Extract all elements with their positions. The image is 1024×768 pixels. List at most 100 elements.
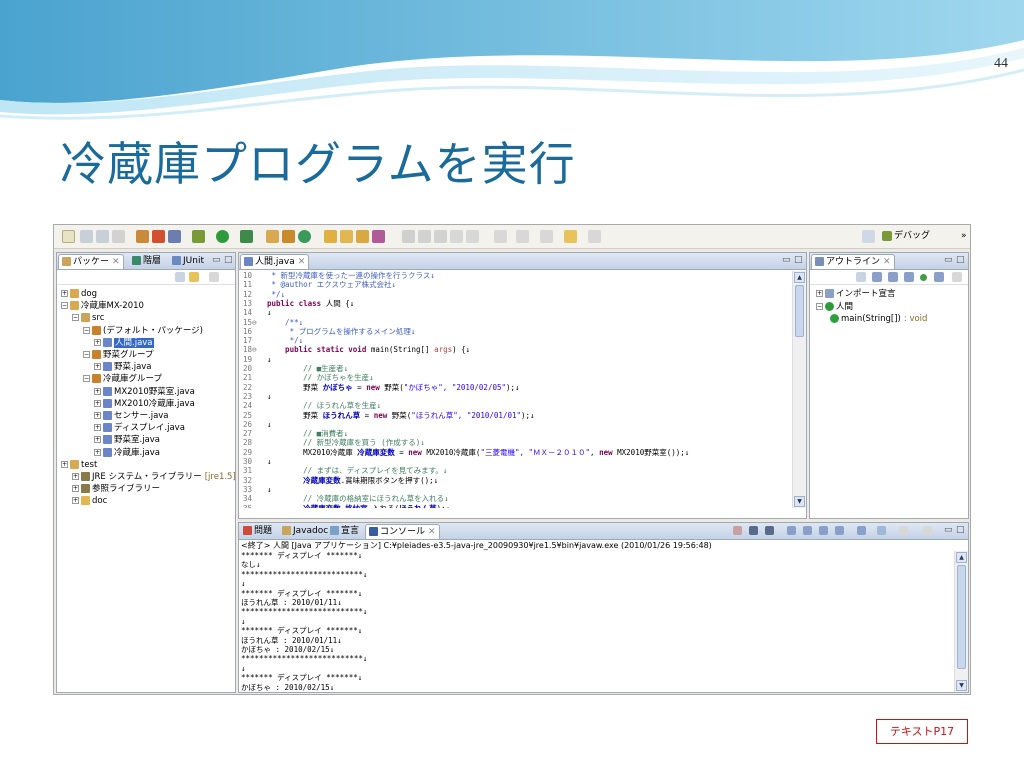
save-all-icon[interactable] [96,230,109,243]
scroll-down-icon[interactable]: ▼ [794,496,805,507]
open-perspective-icon[interactable] [862,230,875,243]
tree-item[interactable]: − 冷蔵庫MX-2010 [61,300,144,312]
next-annotation-icon[interactable] [494,230,507,243]
tree-item[interactable]: − (デフォルト・パッケージ) [83,325,203,337]
tree-item[interactable]: − 冷蔵庫グループ [83,373,162,385]
link-icon[interactable] [934,272,944,282]
scroll-up-icon[interactable]: ▲ [794,272,805,283]
expand-icon[interactable]: + [94,338,101,346]
tab-outline[interactable]: アウトライン ✕ [811,254,895,269]
tree-item[interactable]: + test [61,459,97,471]
new-java-project-icon[interactable] [266,230,279,243]
annotation-icon[interactable] [402,230,415,243]
code-area[interactable]: 10 * 新型冷蔵庫を使った一連の操作を行うクラス↓ 11 * @author エ… [239,271,806,508]
back-icon[interactable] [564,230,577,243]
hide-static-icon[interactable] [888,272,898,282]
tree-item[interactable]: + インポート宣言 [816,288,896,300]
tab-junit[interactable]: JUnit [169,254,207,269]
expand-icon[interactable]: + [72,485,79,493]
collapse-icon[interactable]: − [72,314,79,322]
tree-item[interactable]: + センサー.java [94,410,169,422]
maximize-icon[interactable]: □ [956,525,965,535]
hide-nonpublic-icon[interactable] [904,272,914,282]
scroll-thumb[interactable] [957,565,966,669]
editor-scrollbar[interactable]: ▲ ▼ [792,271,806,508]
close-icon[interactable]: ✕ [112,257,120,267]
pen-icon[interactable] [372,230,385,243]
search-icon[interactable] [356,230,369,243]
build-icon[interactable] [136,230,149,243]
expand-icon[interactable]: + [72,497,79,505]
word-wrap-icon[interactable] [877,526,886,535]
tree-item[interactable]: − 人間 [816,301,853,313]
block-select-icon[interactable] [450,230,463,243]
new-icon[interactable] [62,230,75,243]
collapse-icon[interactable]: − [83,375,90,383]
view-menu-icon[interactable] [209,272,219,282]
new-package-icon[interactable] [282,230,295,243]
tree-item[interactable]: + 参照ライブラリー [72,483,160,495]
build-all-icon[interactable] [152,230,165,243]
maximize-icon[interactable]: □ [794,255,803,265]
maximize-icon[interactable]: □ [224,255,233,265]
print-icon[interactable] [112,230,125,243]
new-class-icon[interactable] [298,230,311,243]
view-menu-icon[interactable] [923,526,932,535]
open-console-icon[interactable] [857,526,866,535]
debug-icon[interactable] [192,230,205,243]
display-console-icon[interactable] [835,526,844,535]
hide-fields-icon[interactable] [872,272,882,282]
collapse-icon[interactable]: − [83,326,90,334]
tab-declaration[interactable]: 宣言 [327,524,362,539]
external-tools-icon[interactable] [240,230,253,243]
open-folder-icon[interactable] [340,230,353,243]
expand-icon[interactable]: + [94,399,101,407]
clear-console-icon[interactable] [803,526,812,535]
close-icon[interactable]: ✕ [428,527,436,537]
collapse-icon[interactable]: − [61,302,68,310]
minimize-icon[interactable]: ▭ [944,525,953,535]
maximize-icon[interactable]: □ [956,255,965,265]
tab-package-explorer[interactable]: パッケー ✕ [58,254,124,269]
console-scrollbar[interactable]: ▲ ▼ [954,551,968,692]
close-icon[interactable]: ✕ [298,257,306,267]
new-console-icon[interactable] [899,526,908,535]
whitespace-icon[interactable] [434,230,447,243]
tree-item[interactable]: − 野菜グループ [83,349,154,361]
expand-icon[interactable]: + [94,387,101,395]
pin-console-icon[interactable] [819,526,828,535]
open-type-icon[interactable] [324,230,337,243]
tree-item[interactable]: + 野菜室.java [94,434,160,446]
last-edit-icon[interactable] [540,230,553,243]
tree-item[interactable]: + 人間.java [94,337,154,349]
expand-icon[interactable]: + [816,290,823,297]
terminate-icon[interactable] [733,526,742,535]
collapse-icon[interactable]: − [816,302,823,310]
close-icon[interactable]: ✕ [883,257,891,267]
expand-icon[interactable]: + [61,460,68,468]
scroll-up-icon[interactable]: ▲ [956,552,967,563]
tree-item[interactable]: − src [72,312,104,324]
minimize-icon[interactable]: ▭ [782,255,791,265]
collapse-all-icon[interactable] [175,272,185,282]
scroll-thumb[interactable] [795,285,804,337]
tree-item[interactable]: + ディスプレイ.java [94,422,185,434]
scroll-lock-icon[interactable] [787,526,796,535]
expand-icon[interactable]: + [94,424,101,432]
expand-icon[interactable]: + [72,473,79,480]
collapse-icon[interactable]: − [83,351,90,358]
forward-icon[interactable] [588,230,601,243]
tab-console[interactable]: コンソール ✕ [365,524,440,539]
tab-hierarchy[interactable]: 階層 [129,254,164,269]
console-output[interactable]: ******* ディスプレイ *******↓ なし↓ **************… [239,551,954,692]
scroll-down-icon[interactable]: ▼ [956,680,967,691]
tree-item[interactable]: + MX2010冷蔵庫.java [94,398,195,410]
format-icon[interactable] [466,230,479,243]
save-icon[interactable] [80,230,93,243]
tree-item[interactable]: + MX2010野菜室.java [94,386,195,398]
sort-icon[interactable] [856,272,866,282]
expand-icon[interactable]: + [94,363,101,371]
toolbar-overflow[interactable]: » [958,229,970,244]
minimize-icon[interactable]: ▭ [944,255,953,265]
expand-icon[interactable]: + [94,448,101,456]
